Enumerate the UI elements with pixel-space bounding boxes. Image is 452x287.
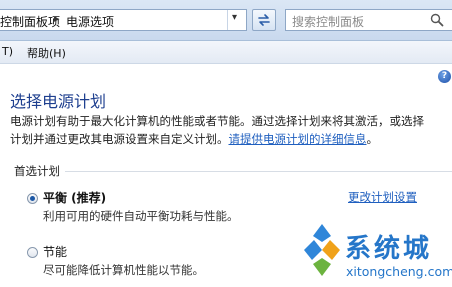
- page-title: 选择电源计划: [10, 92, 107, 111]
- balanced-plan-label[interactable]: 平衡 (推荐): [43, 189, 106, 206]
- radio-selected-dot: [30, 196, 35, 201]
- menu-bar: T) 帮助(H): [0, 41, 452, 64]
- menu-tools[interactable]: T): [2, 45, 13, 58]
- search-placeholder: 搜索控制面板: [292, 15, 365, 29]
- power-plan-details-link[interactable]: 请提供电源计划的详细信息: [229, 132, 367, 146]
- group-divider: [65, 171, 452, 172]
- address-dropdown-button[interactable]: ▾: [227, 10, 246, 30]
- menu-help[interactable]: 帮助(H): [27, 45, 66, 61]
- breadcrumb-separator-icon[interactable]: ▸: [54, 12, 60, 25]
- watermark-name: 系统城: [345, 234, 433, 264]
- breadcrumb-item-control-panel[interactable]: 控制面板项: [0, 13, 60, 30]
- chevron-down-icon: ▾: [232, 12, 238, 23]
- balanced-plan-description: 利用可用的硬件自动平衡功耗与性能。: [43, 209, 239, 223]
- power-saver-plan-label[interactable]: 节能: [43, 243, 67, 260]
- watermark-logo-icon: [304, 224, 340, 276]
- refresh-icon: [258, 14, 270, 26]
- address-bar: 控制面板项 ▸ 电源选项 ▾ 搜索控制面板: [0, 0, 452, 41]
- power-saver-plan-radio[interactable]: [27, 247, 38, 258]
- breadcrumb[interactable]: 控制面板项 ▸ 电源选项 ▾: [0, 9, 247, 31]
- search-input[interactable]: 搜索控制面板: [285, 9, 452, 31]
- watermark-domain: xitongcheng.com: [346, 264, 452, 279]
- breadcrumb-item-power-options[interactable]: 电源选项: [66, 13, 114, 30]
- change-plan-settings-link[interactable]: 更改计划设置: [348, 189, 417, 205]
- description-line-1: 电源计划有助于最大化计算机的性能或者节能。通过选择计划来将其激活，或选择: [10, 114, 424, 128]
- description-end: 。: [366, 132, 379, 146]
- help-icon[interactable]: ?: [438, 70, 451, 83]
- description-text: 计划并通过更改其电源设置来自定义计划。: [10, 132, 229, 146]
- preferred-plans-heading: 首选计划: [14, 164, 60, 178]
- balanced-plan-radio[interactable]: [27, 193, 38, 204]
- search-icon[interactable]: [430, 13, 444, 27]
- refresh-button[interactable]: [252, 9, 276, 31]
- description-line-2: 计划并通过更改其电源设置来自定义计划。请提供电源计划的详细信息。: [10, 131, 378, 147]
- power-saver-plan-description: 尽可能降低计算机性能以节能。: [43, 263, 204, 277]
